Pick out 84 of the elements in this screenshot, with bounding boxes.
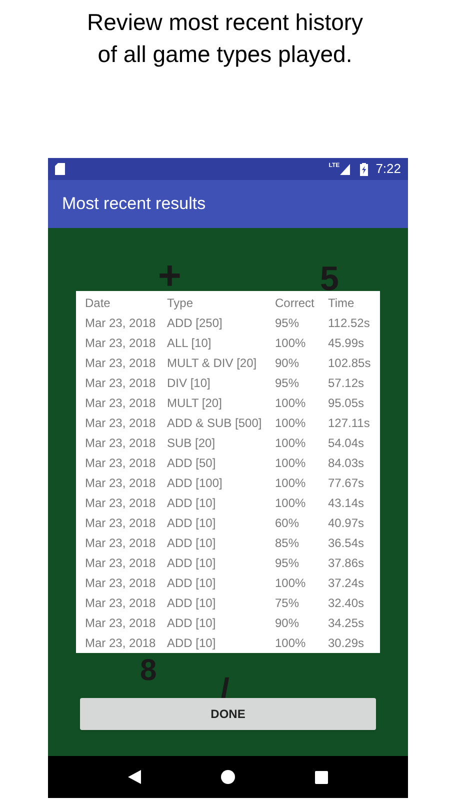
table-cell-text: 100% (275, 335, 307, 352)
table-cell-text: 127.11s (328, 415, 371, 432)
column-header: Correct (275, 295, 316, 312)
table-cell-text: ADD [10] (167, 555, 217, 572)
table-cell-text: ADD [10] (167, 595, 217, 612)
clock: 7:22 (376, 160, 401, 178)
table-cell-text: DIV [10] (167, 375, 212, 392)
math-symbol: + (158, 256, 182, 296)
table-cell-text: 60% (275, 515, 300, 532)
table-cell-text: 95% (275, 315, 300, 332)
table-cell-text: Mar 23, 2018 (85, 615, 157, 632)
table-cell-text: 95.05s (328, 395, 366, 412)
table-cell-text: 100% (275, 395, 307, 412)
table-cell-text: ADD & SUB [500] (167, 415, 263, 432)
table-cell-text: Mar 23, 2018 (85, 315, 157, 332)
table-cell-text: Mar 23, 2018 (85, 575, 157, 592)
caption-line: of all game types played. (98, 40, 352, 69)
table-cell-text: ADD [10] (167, 515, 217, 532)
table-cell-text: 37.24s (328, 575, 366, 592)
table-cell-text: 100% (275, 575, 307, 592)
table-cell-text: Mar 23, 2018 (85, 595, 157, 612)
table-cell-text: 112.52s (328, 315, 371, 332)
table-cell-text: ALL [10] (167, 335, 212, 352)
table-cell-text: 100% (275, 415, 307, 432)
column-header: Time (328, 295, 356, 312)
done-button[interactable]: DONE (80, 698, 376, 730)
table-cell-text: ADD [10] (167, 575, 217, 592)
table-cell-text: Mar 23, 2018 (85, 455, 157, 472)
table-cell-text: Mar 23, 2018 (85, 395, 157, 412)
table-cell-text: 54.04s (328, 435, 366, 452)
table-cell-text: 32.40s (328, 595, 366, 612)
table-cell-text: ADD [250] (167, 315, 224, 332)
table-cell-text: ADD [10] (167, 635, 217, 652)
table-cell-text: ADD [100] (167, 475, 224, 492)
table-cell-text: 85% (275, 535, 300, 552)
table-cell-text: Mar 23, 2018 (85, 515, 157, 532)
table-cell-text: Mar 23, 2018 (85, 415, 157, 432)
signal-icon (340, 164, 350, 174)
table-cell-text: 77.67s (328, 475, 366, 492)
table-cell-text: ADD [10] (167, 615, 217, 632)
table-cell-text: Mar 23, 2018 (85, 495, 157, 512)
table-cell-text: 36.54s (328, 535, 366, 552)
table-cell-text: 30.29s (328, 635, 366, 652)
table-cell-text: 100% (275, 435, 307, 452)
table-cell-text: 95% (275, 375, 300, 392)
table-cell-text: Mar 23, 2018 (85, 375, 157, 392)
table-cell-text: MULT & DIV [20] (167, 355, 258, 372)
table-cell-text: 75% (275, 595, 300, 612)
recents-icon[interactable] (315, 770, 328, 784)
table-cell-text: Mar 23, 2018 (85, 635, 157, 652)
table-cell-text: Mar 23, 2018 (85, 475, 157, 492)
table-cell-text: 57.12s (328, 375, 366, 392)
table-cell-text: Mar 23, 2018 (85, 535, 157, 552)
table-cell-text: ADD [50] (167, 455, 217, 472)
table-cell-text: Mar 23, 2018 (85, 355, 157, 372)
column-header: Date (85, 295, 112, 312)
table-cell-text: 45.99s (328, 335, 366, 352)
table-cell-text: ADD [10] (167, 495, 217, 512)
battery-icon (360, 162, 368, 176)
table-cell-text: Mar 23, 2018 (85, 555, 157, 572)
table-cell-text: 100% (275, 635, 307, 652)
table-cell-text: 95% (275, 555, 300, 572)
table-cell-text: 100% (275, 495, 307, 512)
table-cell-text: 90% (275, 355, 300, 372)
table-cell-text: SUB [20] (167, 435, 216, 452)
caption-line: Review most recent history (86, 8, 364, 37)
table-cell-text: 84.03s (328, 455, 366, 472)
back-icon[interactable] (128, 770, 141, 784)
home-icon[interactable] (221, 770, 235, 784)
table-cell-text: MULT [20] (167, 395, 223, 412)
table-cell-text: 100% (275, 475, 307, 492)
table-cell-text: Mar 23, 2018 (85, 335, 157, 352)
table-cell-text: ADD [10] (167, 535, 217, 552)
column-header: Type (167, 295, 194, 312)
table-cell-text: 43.14s (328, 495, 366, 512)
table-cell-text: 37.86s (328, 555, 366, 572)
table-cell-text: 40.97s (328, 515, 366, 532)
table-cell-text: 102.85s (328, 355, 372, 372)
table-cell-text: Mar 23, 2018 (85, 435, 157, 452)
table-cell-text: 100% (275, 455, 307, 472)
sd-card-icon (55, 163, 66, 175)
app-bar-title: Most recent results (62, 193, 206, 216)
table-cell-text: 34.25s (328, 615, 366, 632)
table-cell-text: 90% (275, 615, 300, 632)
